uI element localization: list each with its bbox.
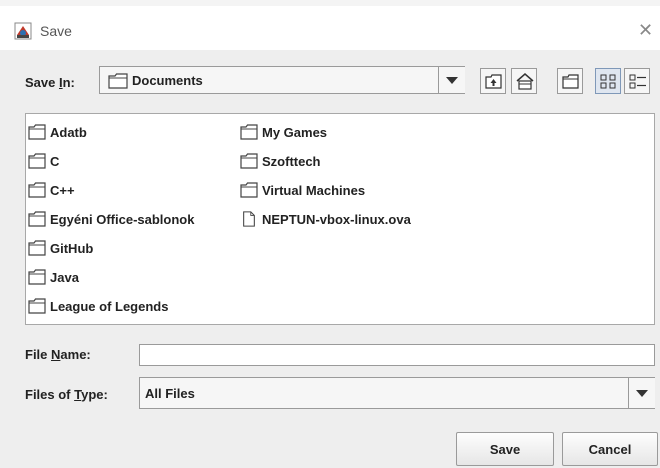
details-view-button[interactable] xyxy=(624,68,650,94)
save-in-label: Save In: xyxy=(25,75,75,90)
chevron-down-icon xyxy=(446,77,458,84)
cancel-button[interactable]: Cancel xyxy=(562,432,658,466)
list-view-button[interactable] xyxy=(595,68,621,94)
list-item-label: Java xyxy=(50,269,79,285)
list-item[interactable]: Egyéni Office-sablonok xyxy=(28,208,194,230)
list-item-label: Egyéni Office-sablonok xyxy=(50,211,195,227)
java-app-icon xyxy=(14,22,32,40)
file-name-input[interactable] xyxy=(139,344,655,366)
folder-icon xyxy=(240,153,258,169)
list-item[interactable]: My Games xyxy=(240,121,327,143)
new-folder-button[interactable] xyxy=(557,68,583,94)
home-button[interactable] xyxy=(511,68,537,94)
save-dialog: Save ✕ Save In: Documents Adatb C C++ Eg… xyxy=(0,0,660,468)
list-item-label: Szofttech xyxy=(262,153,321,169)
save-button[interactable]: Save xyxy=(456,432,554,466)
list-item[interactable]: C xyxy=(28,150,59,172)
chevron-down-icon xyxy=(636,390,648,397)
new-folder-icon xyxy=(562,74,579,89)
list-item-label: C xyxy=(50,153,60,169)
title-bar[interactable]: Save ✕ xyxy=(0,6,660,50)
list-item-label: GitHub xyxy=(50,240,94,256)
list-item-label: C++ xyxy=(50,182,75,198)
file-type-value: All Files xyxy=(145,386,195,401)
up-one-level-button[interactable] xyxy=(480,68,506,94)
list-item[interactable]: C++ xyxy=(28,179,75,201)
list-view-icon xyxy=(600,74,616,89)
close-icon[interactable]: ✕ xyxy=(638,20,653,40)
folder-icon xyxy=(28,153,46,169)
dialog-title: Save xyxy=(40,23,72,39)
folder-icon xyxy=(28,269,46,285)
list-item[interactable]: League of Legends xyxy=(28,295,168,317)
list-item[interactable]: GitHub xyxy=(28,237,93,259)
list-item-label: NEPTUN-vbox-linux.ova xyxy=(262,211,411,227)
list-item-label: Virtual Machines xyxy=(262,182,366,198)
folder-icon xyxy=(28,211,46,227)
save-in-value: Documents xyxy=(132,73,203,88)
folder-icon xyxy=(240,182,258,198)
save-in-dropdown-arrow[interactable] xyxy=(438,67,465,93)
folder-icon xyxy=(28,124,46,140)
folder-icon xyxy=(28,298,46,314)
list-item-label: League of Legends xyxy=(50,298,169,314)
file-type-label: Files of Type: xyxy=(25,387,108,402)
folder-icon xyxy=(28,240,46,256)
details-view-icon xyxy=(629,74,646,89)
list-item[interactable]: Adatb xyxy=(28,121,87,143)
file-type-combo[interactable]: All Files xyxy=(139,377,655,409)
save-in-combo[interactable]: Documents xyxy=(99,66,465,94)
file-icon xyxy=(243,211,255,227)
list-item[interactable]: Java xyxy=(28,266,79,288)
up-one-level-icon xyxy=(485,74,502,89)
list-item[interactable]: Virtual Machines xyxy=(240,179,365,201)
list-item[interactable]: Szofttech xyxy=(240,150,321,172)
folder-icon xyxy=(28,182,46,198)
home-icon xyxy=(516,73,534,90)
file-type-dropdown-arrow[interactable] xyxy=(628,378,655,408)
list-item[interactable]: NEPTUN-vbox-linux.ova xyxy=(240,208,411,230)
folder-icon xyxy=(108,73,128,89)
list-item-label: Adatb xyxy=(50,124,87,140)
file-list[interactable]: Adatb C C++ Egyéni Office-sablonok GitHub Jav… xyxy=(25,113,655,325)
list-item-label: My Games xyxy=(262,124,328,140)
folder-icon xyxy=(240,124,258,140)
file-name-label: File Name: xyxy=(25,347,91,362)
